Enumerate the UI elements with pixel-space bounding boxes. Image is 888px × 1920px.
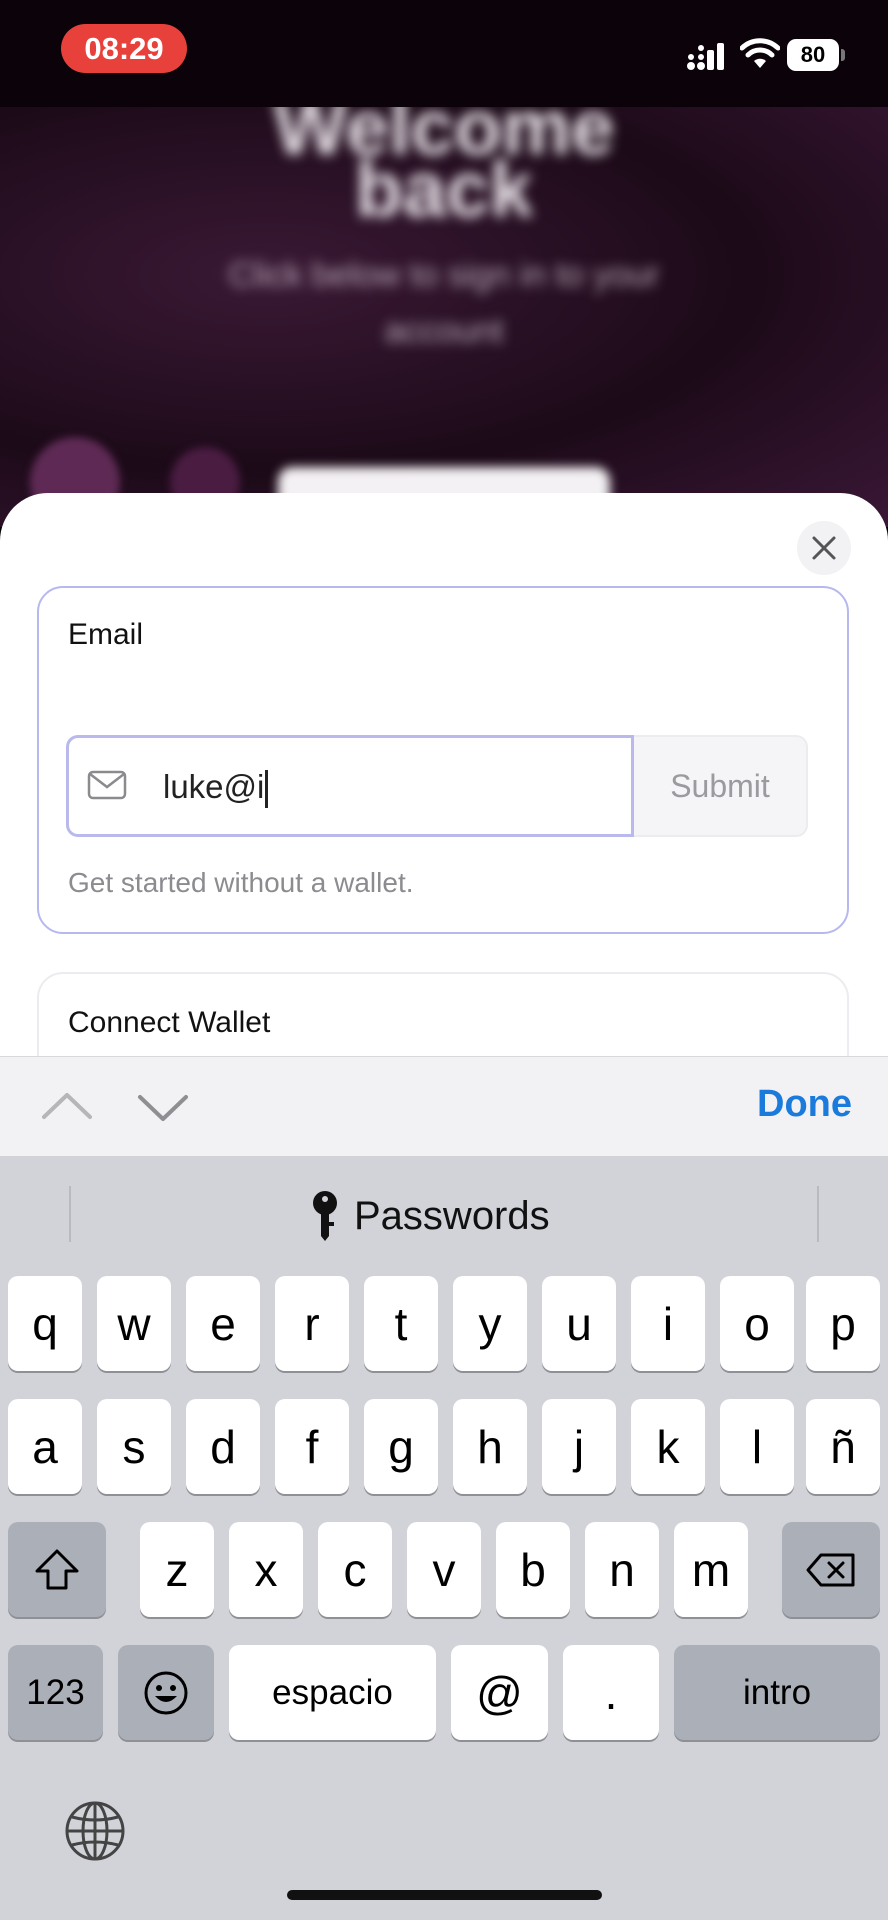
key-v[interactable]: v	[407, 1522, 481, 1617]
passwords-suggestion[interactable]: Passwords	[310, 1190, 550, 1242]
key-w[interactable]: w	[97, 1276, 171, 1371]
email-login-card: Email luke@i Submit Get started without …	[37, 586, 849, 934]
key-d[interactable]: d	[186, 1399, 260, 1494]
return-key[interactable]: intro	[674, 1645, 880, 1740]
wifi-icon	[740, 38, 780, 68]
background-subtitle: Click below to sign in to your account	[228, 256, 660, 350]
connect-wallet-title: Connect Wallet	[68, 1006, 271, 1039]
next-field-button[interactable]	[136, 1087, 190, 1127]
key-x[interactable]: x	[229, 1522, 303, 1617]
background-page: Welcome back Click below to sign in to y…	[0, 107, 888, 527]
key-f[interactable]: f	[275, 1399, 349, 1494]
email-input-value: luke@i	[163, 768, 269, 809]
key-t[interactable]: t	[364, 1276, 438, 1371]
key-h[interactable]: h	[453, 1399, 527, 1494]
keyboard-suggestion-bar: Passwords	[0, 1156, 888, 1272]
close-button[interactable]	[797, 521, 851, 575]
key-r[interactable]: r	[275, 1276, 349, 1371]
passwords-label: Passwords	[354, 1193, 550, 1238]
email-input[interactable]: luke@i	[66, 735, 634, 837]
globe-icon[interactable]	[64, 1800, 126, 1862]
key-l[interactable]: l	[720, 1399, 794, 1494]
email-input-text: luke@i	[163, 768, 265, 805]
key-m[interactable]: m	[674, 1522, 748, 1617]
battery-indicator: 80	[787, 39, 845, 71]
background-title-line2: back	[355, 145, 533, 233]
mail-icon	[87, 770, 127, 800]
key-i[interactable]: i	[631, 1276, 705, 1371]
at-key[interactable]: @	[451, 1645, 548, 1740]
suggestion-divider	[817, 1186, 819, 1242]
home-indicator	[287, 1890, 602, 1900]
cellular-signal-icon	[687, 43, 724, 70]
shift-key[interactable]	[8, 1522, 106, 1617]
key-p[interactable]: p	[806, 1276, 880, 1371]
numbers-key[interactable]: 123	[8, 1645, 103, 1740]
status-bar: 08:29 80	[0, 0, 888, 107]
backspace-key[interactable]	[782, 1522, 880, 1617]
done-button[interactable]: Done	[757, 1083, 852, 1126]
key-z[interactable]: z	[140, 1522, 214, 1617]
login-sheet: Email luke@i Submit Get started without …	[0, 493, 888, 1113]
key-k[interactable]: k	[631, 1399, 705, 1494]
key-s[interactable]: s	[97, 1399, 171, 1494]
key-n-tilde[interactable]: ñ	[806, 1399, 880, 1494]
backspace-icon	[806, 1553, 855, 1586]
text-cursor	[265, 770, 269, 809]
key-c[interactable]: c	[318, 1522, 392, 1617]
key-e[interactable]: e	[186, 1276, 260, 1371]
shift-icon	[35, 1549, 79, 1589]
close-icon	[812, 536, 836, 560]
key-icon	[313, 1191, 337, 1241]
emoji-icon	[144, 1671, 188, 1714]
suggestion-divider	[69, 1186, 71, 1242]
key-o[interactable]: o	[720, 1276, 794, 1371]
battery-level: 80	[787, 39, 839, 71]
helper-text: Get started without a wallet.	[68, 867, 414, 898]
key-j[interactable]: j	[542, 1399, 616, 1494]
key-g[interactable]: g	[364, 1399, 438, 1494]
key-y[interactable]: y	[453, 1276, 527, 1371]
battery-tip	[841, 49, 845, 61]
status-time: 08:29	[61, 24, 187, 73]
key-b[interactable]: b	[496, 1522, 570, 1617]
email-card-title: Email	[68, 618, 144, 651]
space-key[interactable]: espacio	[229, 1645, 436, 1740]
emoji-key[interactable]	[118, 1645, 214, 1740]
key-u[interactable]: u	[542, 1276, 616, 1371]
previous-field-button[interactable]	[40, 1087, 94, 1127]
submit-button[interactable]: Submit	[634, 735, 808, 837]
key-n[interactable]: n	[585, 1522, 659, 1617]
keyboard-accessory-bar: Done	[0, 1056, 888, 1157]
key-a[interactable]: a	[8, 1399, 82, 1494]
key-q[interactable]: q	[8, 1276, 82, 1371]
dot-key[interactable]: .	[563, 1645, 659, 1740]
